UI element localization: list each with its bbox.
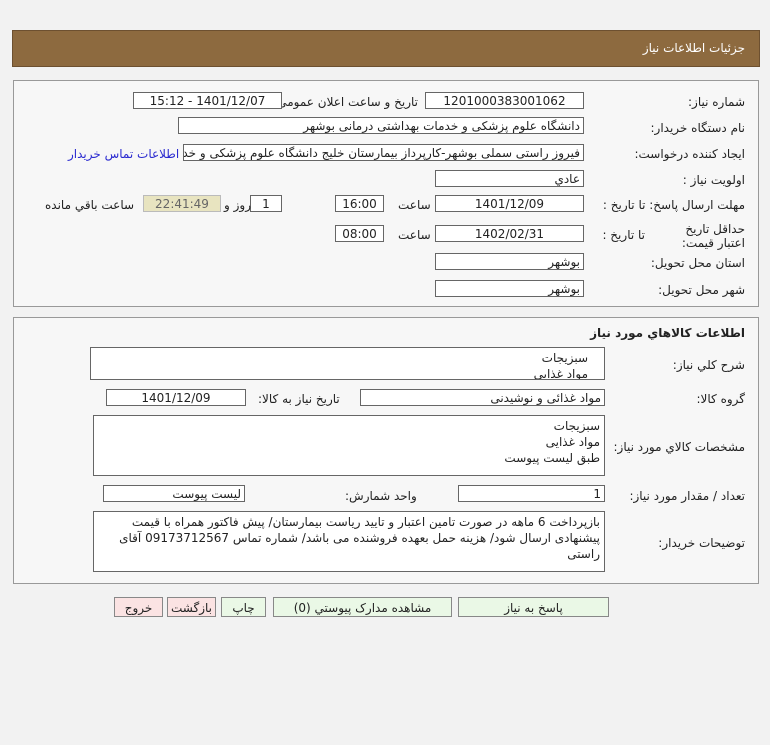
group-field: مواد غذائی و نوشیدنی [360,389,605,406]
spec-label: مشخصات کالاي مورد نياز: [613,440,745,454]
description-line: سبزیجات [541,351,588,365]
announce-label: تاریخ و ساعت اعلان عمومی: [273,95,418,109]
validity-date-field: 1402/02/31 [435,225,584,242]
province-field: بوشهر [435,253,584,270]
city-field: بوشهر [435,280,584,297]
goods-section-title: اطلاعات کالاهاي مورد نياز [590,326,745,340]
need-number-label: شماره نیاز: [688,95,745,109]
buyer-label: نام دستگاه خریدار: [650,121,746,135]
group-label: گروه کالا: [696,392,746,406]
spec-line: طبق لیست پیوست [504,451,600,465]
city-label: شهر محل تحویل: [658,283,745,297]
announce-field: 1401/12/07 - 15:12 [133,92,282,109]
validity-label: حداقل تاریخ اعتبار قیمت: [681,222,745,250]
buyer-contact-link[interactable]: اطلاعات تماس خریدار [68,147,179,161]
deadline-time-field: 16:00 [335,195,384,212]
priority-label: اولویت نیاز : [682,173,745,187]
description-line: مواد غذایی [533,367,588,380]
unit-label: واحد شمارش: [345,489,417,503]
quantity-label: تعداد / مقدار مورد نیاز: [629,489,745,503]
deadline-date-field: 1401/12/09 [435,195,584,212]
buyer-field: دانشگاه علوم پزشکی و خدمات بهداشتی درمان… [178,117,584,134]
unit-field: لیست پیوست [103,485,245,502]
description-label: شرح کلي نياز: [672,358,745,372]
creator-label: ایجاد کننده درخواست: [634,147,745,161]
notes-label: توضیحات خریدار: [658,536,745,550]
days-label: روز و [224,198,251,212]
deadline-time-label: ساعت [398,198,431,212]
page-header: جزئیات اطلاعات نیاز [12,30,760,67]
deadline-label: مهلت ارسال پاسخ: تا تاریخ : [602,198,745,212]
validity-time-label: ساعت [398,228,431,242]
need-info-section [13,80,759,307]
need-number-field: 1201000383001062 [425,92,584,109]
notes-textarea[interactable]: بازپرداخت 6 ماهه در صورت تامین اعتبار و … [93,511,605,572]
days-remaining-field: 1 [250,195,282,212]
page-title: جزئیات اطلاعات نیاز [642,41,745,55]
priority-field: عادي [435,170,584,187]
description-textarea[interactable]: سبزیجات مواد غذایی [90,347,605,380]
spec-textarea[interactable]: سبزیجات مواد غذایی طبق لیست پیوست [93,415,605,476]
province-label: استان محل تحویل: [650,256,745,270]
time-remaining-label: ساعت باقي مانده [45,198,135,212]
validity-to-label: تا تاریخ : [602,228,645,242]
reply-button[interactable]: پاسخ به نیاز [458,597,609,617]
view-attachments-button[interactable]: مشاهده مدارک پیوستي (0) [273,597,452,617]
creator-field: فیروز راستی سملی بوشهر-کارپرداز بیمارستا… [183,144,584,161]
back-button[interactable]: بازگشت [167,597,216,617]
exit-button[interactable]: خروج [114,597,163,617]
time-remaining-field: 22:41:49 [143,195,221,212]
need-date-field: 1401/12/09 [106,389,246,406]
spec-line: سبزیجات [553,419,600,433]
print-button[interactable]: چاپ [221,597,266,617]
need-date-label: تاریخ نیاز به کالا: [258,392,340,406]
spec-line: مواد غذایی [545,435,600,449]
quantity-field: 1 [458,485,605,502]
validity-time-field: 08:00 [335,225,384,242]
